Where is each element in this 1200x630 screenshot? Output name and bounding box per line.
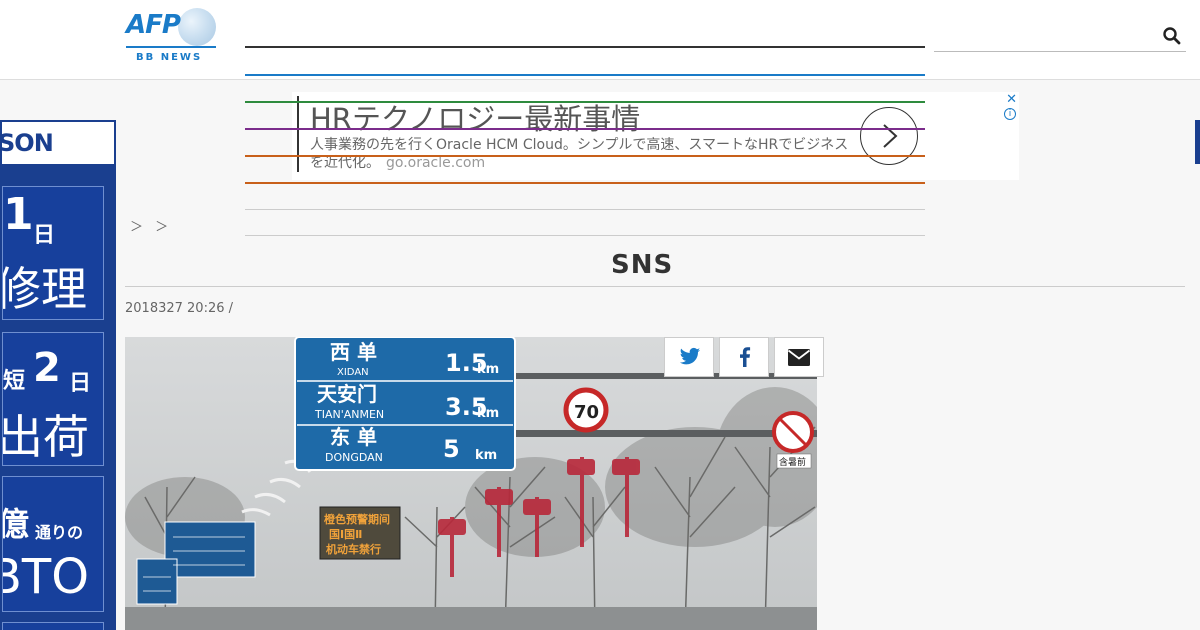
close-icon[interactable]: ✕: [1006, 92, 1017, 107]
search-icon[interactable]: [1162, 26, 1182, 46]
nav-line-blue: [245, 74, 925, 76]
adchoices-icon[interactable]: i: [1004, 108, 1016, 120]
sign-row-1-unit: km: [477, 362, 499, 377]
side-ad-panel1-text: 修理: [2, 262, 87, 316]
logo-underline: [126, 46, 216, 48]
sign-row-3-en: DONGDAN: [325, 451, 383, 464]
nav-line-gray-1: [245, 209, 925, 210]
side-ad-panel-bto: 億 通りの BTO: [2, 476, 104, 612]
nav-line-green: [245, 101, 925, 103]
nav-line-orange-2: [245, 182, 925, 184]
twitter-share-button[interactable]: [664, 337, 714, 377]
side-ad-panel2-text: 出荷: [2, 410, 89, 464]
afp-bb-news-logo[interactable]: AFP BB NEWS: [124, 8, 220, 66]
facebook-share-button[interactable]: [719, 337, 769, 377]
logo-sub-text: BB NEWS: [136, 52, 203, 63]
warning-sign-line-1: 橙色预警期间: [324, 512, 390, 526]
side-ad-panel2-small: 短: [3, 369, 26, 394]
ad-accent-bar: [297, 96, 299, 172]
side-ad-panel3-big: 億: [3, 499, 29, 545]
side-ad-panel1-big: 1: [3, 189, 34, 240]
top-text-ad[interactable]: HRテクノロジー最新事情 人事業務の先を行くOracle HCM Cloud。シ…: [292, 92, 1019, 180]
side-ad-panel3-small: 通りの: [35, 523, 84, 542]
logo-afp-text: AFP: [126, 10, 181, 40]
side-ad-panel-more: [2, 622, 104, 630]
warning-sign-line-2: 国Ⅰ国Ⅱ: [329, 528, 362, 541]
sign-row-2-en: TIAN'ANMEN: [314, 408, 384, 421]
ad-domain[interactable]: go.oracle.com: [386, 155, 485, 171]
side-ad-brand: SON: [2, 122, 114, 164]
article-photo: 西 单 XIDAN 1.5 km 天安门 TIAN'ANMEN 3.5 km 东…: [125, 337, 817, 630]
nav-line-orange-1: [245, 155, 925, 157]
ad-description: 人事業務の先を行くOracle HCM Cloud。シンプルで高速、スマートなH…: [310, 136, 855, 172]
sign-row-1-en: XIDAN: [337, 367, 369, 378]
small-sign-label: 含暑前: [779, 456, 806, 468]
email-share-button[interactable]: [774, 337, 824, 377]
facebook-icon: [740, 347, 751, 367]
speed-limit-value: 70: [574, 402, 599, 423]
side-ad-panel2-big: 2: [33, 345, 61, 391]
sign-row-3-cn: 东 单: [330, 425, 377, 449]
breadcrumb[interactable]: ＞ ＞: [130, 216, 172, 235]
side-ad-panel2-small2: 日: [69, 371, 92, 396]
site-header: AFP BB NEWS: [0, 0, 1200, 80]
side-ad-panel1-small: 日: [33, 223, 56, 248]
side-ad-panel3-text: BTO: [3, 549, 90, 605]
nav-line-purple: [245, 128, 925, 130]
title-divider: [125, 286, 1185, 287]
side-banner-ad[interactable]: SON 1 日 修理 短 2 日 出荷 億 通りの BTO: [0, 120, 116, 630]
email-icon: [787, 349, 811, 366]
search-input[interactable]: [934, 22, 1186, 52]
sign-row-3-unit: km: [475, 448, 497, 463]
side-ad-panel-shipping: 短 2 日 出荷: [2, 332, 104, 466]
sign-row-1-cn: 西 单: [330, 340, 377, 364]
nav-line-gray-2: [245, 235, 925, 236]
twitter-icon: [679, 347, 701, 365]
nav-line-black: [245, 46, 925, 48]
side-ad-panel-repair: 1 日 修理: [2, 186, 104, 320]
sign-row-2-unit: km: [477, 406, 499, 421]
warning-sign-line-3: 机动车禁行: [326, 542, 381, 556]
right-edge-ad[interactable]: [1195, 120, 1200, 164]
article-date: 2018327 20:26 /: [125, 301, 234, 316]
article-title: SNS: [125, 250, 782, 280]
sign-row-3-dist: 5: [443, 435, 460, 463]
sign-row-2-cn: 天安门: [317, 382, 377, 406]
globe-icon: [178, 8, 216, 46]
beijing-street-photo: 西 单 XIDAN 1.5 km 天安门 TIAN'ANMEN 3.5 km 东…: [125, 337, 817, 630]
